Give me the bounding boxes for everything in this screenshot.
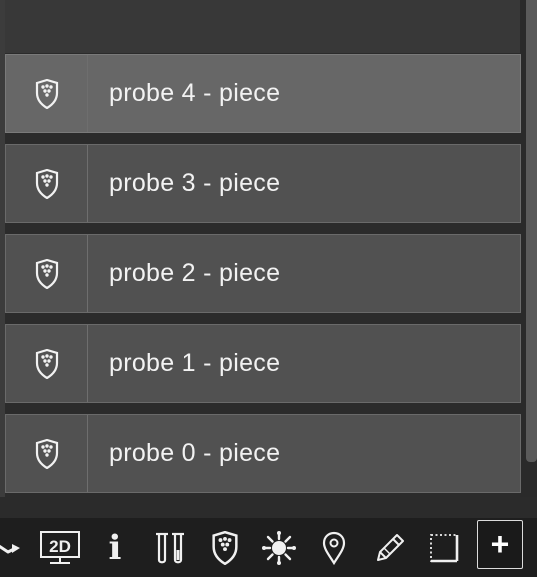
- layer-label: probe 3 - piece: [109, 169, 281, 197]
- pencil-icon[interactable]: [370, 518, 410, 577]
- shield-dots-icon[interactable]: [208, 518, 242, 577]
- location-pin-icon[interactable]: [318, 518, 350, 577]
- layer-label: probe 0 - piece: [109, 439, 281, 467]
- crop-frame-icon[interactable]: [424, 518, 464, 577]
- 2d-view-button[interactable]: 2D: [38, 518, 82, 577]
- layer-label: probe 1 - piece: [109, 349, 281, 377]
- layer-label: probe 2 - piece: [109, 259, 281, 287]
- shield-dots-icon: [6, 55, 88, 132]
- panel-header-area: [5, 0, 520, 53]
- shield-dots-icon: [6, 235, 88, 312]
- virus-icon[interactable]: [260, 518, 298, 577]
- add-icon: +: [490, 526, 510, 562]
- shield-dots-icon: [6, 415, 88, 492]
- layer-row[interactable]: probe 0 - piece: [5, 414, 521, 493]
- bottom-toolbar: 2D i +: [0, 518, 537, 577]
- info-icon: i: [108, 527, 122, 568]
- arrow-icon[interactable]: [0, 518, 24, 577]
- layer-row[interactable]: probe 3 - piece: [5, 144, 521, 223]
- add-button[interactable]: +: [477, 520, 523, 569]
- layer-row[interactable]: probe 1 - piece: [5, 324, 521, 403]
- shield-dots-icon: [6, 325, 88, 402]
- test-tubes-icon[interactable]: [150, 518, 192, 577]
- layer-row[interactable]: probe 2 - piece: [5, 234, 521, 313]
- info-button[interactable]: i: [100, 518, 130, 577]
- scrollbar-thumb[interactable]: [526, 0, 537, 462]
- layer-row[interactable]: probe 4 - piece: [5, 54, 521, 133]
- shield-dots-icon: [6, 145, 88, 222]
- 2d-label: 2D: [49, 537, 71, 556]
- layer-label: probe 4 - piece: [109, 79, 281, 107]
